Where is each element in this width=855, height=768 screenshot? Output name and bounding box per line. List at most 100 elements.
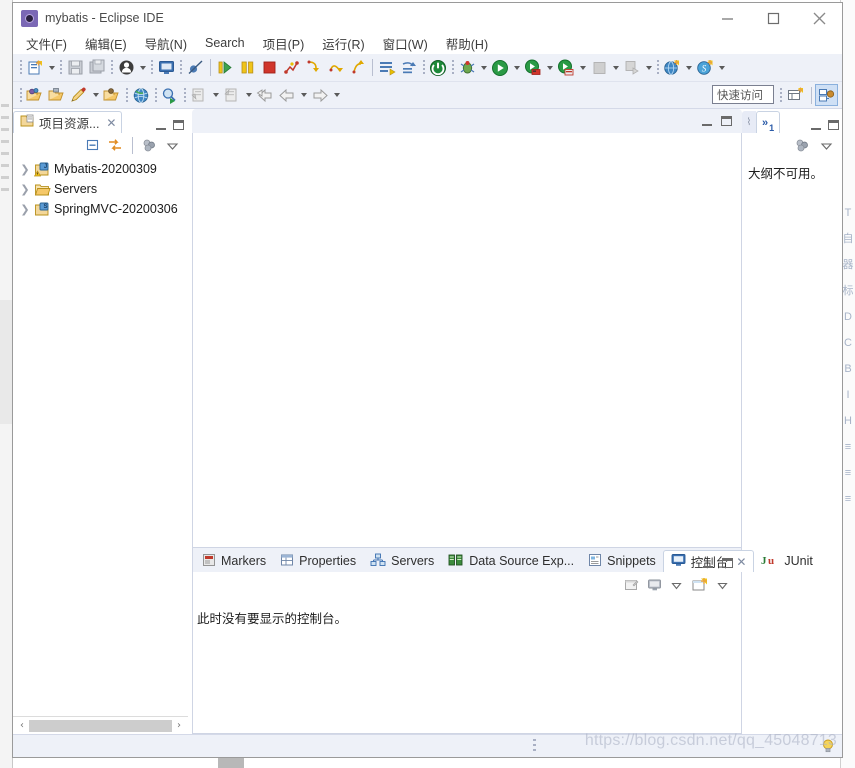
back-dropdown-arrow[interactable] [298,84,309,106]
tree-item-servers[interactable]: ❯ Servers [13,179,188,199]
tab-markers[interactable]: Markers [195,550,273,572]
scroll-track[interactable] [29,719,172,732]
external-tools-icon[interactable] [398,57,420,79]
tab-snippets[interactable]: Snippets [581,550,663,572]
tip-bulb-icon[interactable] [820,738,836,759]
debug-dropdown-arrow[interactable] [478,57,489,79]
scroll-thumb[interactable] [29,719,172,732]
tab-data-source-explorer[interactable]: Data Source Exp... [441,550,581,572]
editor-empty-body[interactable] [192,133,742,548]
open-console-icon[interactable] [621,575,641,595]
menu-project[interactable]: 项目(P) [254,32,314,56]
chevron-right-icon[interactable]: ❯ [19,163,31,176]
chevron-right-icon[interactable]: ❯ [19,203,31,216]
open-perspective-icon[interactable] [784,84,807,106]
tab-outline[interactable]: » 1 [756,111,781,133]
new-spring-dropdown-arrow[interactable] [716,57,727,79]
minimize-view-icon[interactable] [811,119,821,130]
save-all-icon[interactable] [86,57,108,79]
quick-access-input[interactable]: 快速访问 [712,85,774,104]
power-icon[interactable] [427,57,449,79]
step-return-icon[interactable] [346,57,368,79]
maximize-editor-icon[interactable] [721,115,732,126]
new-icon[interactable] [24,57,46,79]
new-spring-icon[interactable]: S [694,57,716,79]
tree-item-mybatis[interactable]: ❯ J Mybatis-20200309 [13,159,188,179]
disconnect-icon[interactable] [280,57,302,79]
debug-icon[interactable] [456,57,478,79]
stop-all-icon[interactable] [621,57,643,79]
run-server-icon[interactable] [522,57,544,79]
minimize-icon[interactable] [704,3,750,33]
tree-item-springmvc[interactable]: ❯ S SpringMVC-20200306 [13,199,188,219]
globe-icon[interactable] [130,84,152,106]
minimize-view-icon[interactable] [156,119,166,130]
run-server-dropdown-arrow[interactable] [544,57,555,79]
status-bar-grip[interactable] [533,739,536,753]
close-icon[interactable] [796,3,842,33]
display-selected-console-icon[interactable] [644,575,664,595]
tab-properties[interactable]: Properties [273,550,363,572]
menu-navigate[interactable]: 导航(N) [136,32,196,56]
maximize-view-icon[interactable] [173,119,184,130]
menu-run[interactable]: 运行(R) [313,32,373,56]
maximize-icon[interactable] [750,3,796,33]
project-explorer-hscrollbar[interactable]: ‹ › [13,716,188,734]
open-type-icon[interactable] [24,84,46,106]
search-icon[interactable] [159,84,181,106]
step-into-icon[interactable] [302,57,324,79]
view-menu-icon[interactable] [139,135,159,155]
step-over-icon[interactable] [324,57,346,79]
close-icon[interactable]: ✕ [106,116,116,130]
pencil-dropdown-arrow[interactable] [90,84,101,106]
open-resource-icon[interactable] [46,84,68,106]
minimize-view-icon[interactable] [703,557,713,568]
run-icon[interactable] [489,57,511,79]
maximize-view-icon[interactable] [828,119,839,130]
collapse-all-icon[interactable] [82,135,102,155]
suspend-icon[interactable] [236,57,258,79]
tab-project-explorer[interactable]: 项目资源... ✕ [13,111,123,133]
new-console-dropdown-icon[interactable] [713,575,733,595]
back-alt-icon[interactable] [276,84,298,106]
run-dropdown-arrow[interactable] [511,57,522,79]
previous-annotation-icon[interactable] [221,84,243,106]
pencil-icon[interactable] [68,84,90,106]
next-annotation-dropdown-arrow[interactable] [210,84,221,106]
stop-all-dropdown-arrow[interactable] [643,57,654,79]
run-server-db-dropdown-arrow[interactable] [577,57,588,79]
chevron-right-icon[interactable]: ❯ [19,183,31,196]
outline-overflow-handle[interactable]: ⌇ [742,111,756,133]
maximize-view-icon[interactable] [722,557,733,568]
toggle-breakpoint-icon[interactable] [184,57,206,79]
console-body[interactable]: 此时没有要显示的控制台。 [193,598,741,733]
forward-icon[interactable] [309,84,331,106]
user-icon[interactable] [115,57,137,79]
link-with-editor-icon[interactable] [105,135,125,155]
run-last-tool-icon[interactable] [376,57,398,79]
back-icon[interactable] [254,84,276,106]
menu-help[interactable]: 帮助(H) [437,32,497,56]
user-dropdown-arrow[interactable] [137,57,148,79]
menu-search[interactable]: Search [196,34,254,53]
view-dropdown-icon[interactable] [162,135,182,155]
view-menu-icon[interactable] [792,135,812,155]
console-dropdown-icon[interactable] [667,575,687,595]
forward-dropdown-arrow[interactable] [331,84,342,106]
menu-file[interactable]: 文件(F) [17,32,76,56]
scroll-right-arrow[interactable]: › [172,719,186,733]
scroll-left-arrow[interactable]: ‹ [15,719,29,733]
menu-edit[interactable]: 编辑(E) [76,32,136,56]
next-annotation-icon[interactable] [188,84,210,106]
stop-dropdown-arrow[interactable] [610,57,621,79]
stop-icon[interactable] [588,57,610,79]
console-view-icon[interactable] [155,57,177,79]
new-dropdown-arrow[interactable] [46,57,57,79]
new-console-icon[interactable] [690,575,710,595]
menu-window[interactable]: 窗口(W) [374,32,437,56]
tab-servers[interactable]: Servers [363,550,441,572]
close-icon[interactable]: ✕ [736,555,746,569]
new-web-dropdown-arrow[interactable] [683,57,694,79]
resume-icon[interactable] [214,57,236,79]
view-dropdown-icon[interactable] [816,135,836,155]
